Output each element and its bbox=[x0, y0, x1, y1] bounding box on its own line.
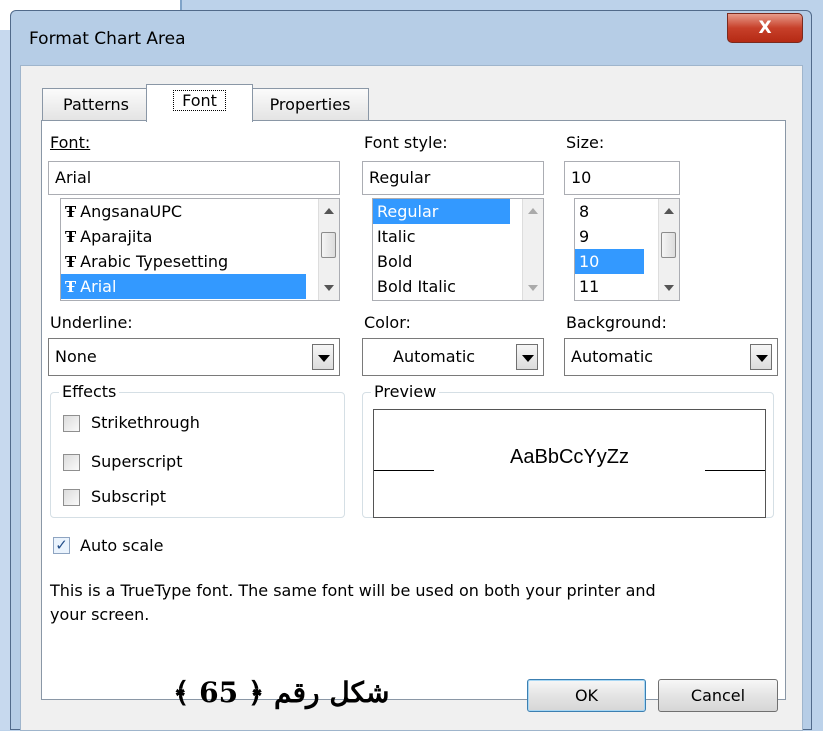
chevron-down-icon[interactable] bbox=[516, 344, 538, 370]
tab-patterns[interactable]: Patterns bbox=[42, 88, 150, 121]
list-item-selected[interactable]: Regular bbox=[373, 199, 510, 224]
cancel-button[interactable]: Cancel bbox=[658, 679, 778, 712]
list-item[interactable]: Bold bbox=[373, 249, 543, 274]
font-style-list-scrollbar[interactable] bbox=[522, 199, 543, 300]
truetype-info-line2: your screen. bbox=[50, 605, 150, 624]
superscript-checkbox[interactable] bbox=[63, 454, 80, 471]
font-input[interactable]: Arial bbox=[48, 161, 340, 195]
list-item-selected[interactable]: Ŧ Arial bbox=[61, 274, 306, 299]
subscript-label[interactable]: Subscript bbox=[91, 487, 166, 506]
size-list[interactable]: 8 9 10 11 bbox=[574, 198, 680, 301]
background-window-edge bbox=[0, 30, 10, 730]
list-item-selected[interactable]: 10 bbox=[575, 249, 644, 274]
preview-baseline-left bbox=[374, 470, 434, 471]
scroll-up-icon[interactable] bbox=[528, 208, 538, 214]
figure-caption: شكل رقم ﴿ 65 ﴾ bbox=[173, 676, 390, 709]
color-label: Color: bbox=[364, 313, 411, 332]
tab-font-label: Font bbox=[173, 90, 226, 111]
background-label: Background: bbox=[566, 313, 667, 332]
color-select[interactable]: Automatic bbox=[362, 338, 544, 376]
dialog-title: Format Chart Area bbox=[29, 29, 186, 49]
strikethrough-label[interactable]: Strikethrough bbox=[91, 413, 200, 432]
truetype-icon: Ŧ bbox=[65, 278, 77, 296]
chevron-down-icon[interactable] bbox=[312, 344, 334, 370]
truetype-icon: Ŧ bbox=[65, 228, 77, 246]
scroll-up-icon[interactable] bbox=[324, 208, 334, 214]
scroll-down-icon[interactable] bbox=[528, 285, 538, 291]
list-item[interactable]: Ŧ Arabic Typesetting bbox=[61, 249, 339, 274]
font-list[interactable]: Ŧ AngsanaUPC Ŧ Aparajita Ŧ Arabic Typesetti… bbox=[60, 198, 340, 301]
size-label: Size: bbox=[566, 133, 605, 152]
list-item[interactable]: Ŧ AngsanaUPC bbox=[61, 199, 339, 224]
size-input[interactable]: 10 bbox=[564, 161, 680, 195]
subscript-checkbox[interactable] bbox=[63, 489, 80, 506]
scroll-up-icon[interactable] bbox=[664, 208, 674, 214]
underline-value: None bbox=[55, 347, 97, 366]
font-style-list[interactable]: Regular Italic Bold Bold Italic bbox=[372, 198, 544, 301]
auto-scale-checkbox[interactable]: ✓ bbox=[53, 537, 70, 554]
list-item[interactable]: Bold Italic bbox=[373, 274, 543, 299]
scroll-down-icon[interactable] bbox=[664, 285, 674, 291]
effects-title: Effects bbox=[59, 382, 120, 401]
preview-baseline-right bbox=[705, 470, 765, 471]
color-value: Automatic bbox=[393, 347, 476, 366]
scroll-thumb[interactable] bbox=[661, 232, 676, 258]
preview-sample: AaBbCcYyZz bbox=[510, 446, 629, 468]
chevron-down-icon[interactable] bbox=[750, 344, 772, 370]
scroll-down-icon[interactable] bbox=[324, 285, 334, 291]
font-label: Font: bbox=[50, 133, 91, 152]
font-style-input[interactable]: Regular bbox=[362, 161, 544, 195]
strikethrough-checkbox[interactable] bbox=[63, 415, 80, 432]
preview-box: AaBbCcYyZz bbox=[373, 409, 766, 518]
list-item[interactable]: Ŧ Aparajita bbox=[61, 224, 339, 249]
preview-title: Preview bbox=[371, 382, 440, 401]
close-button[interactable]: X bbox=[727, 13, 803, 43]
background-select[interactable]: Automatic bbox=[564, 338, 778, 376]
scroll-thumb[interactable] bbox=[321, 232, 336, 258]
underline-select[interactable]: None bbox=[48, 338, 340, 376]
truetype-icon: Ŧ bbox=[65, 253, 77, 271]
tab-font[interactable]: Font bbox=[146, 84, 253, 122]
truetype-info-line1: This is a TrueType font. The same font w… bbox=[50, 581, 656, 600]
tab-properties[interactable]: Properties bbox=[251, 88, 369, 121]
list-item[interactable]: Italic bbox=[373, 224, 543, 249]
check-icon: ✓ bbox=[55, 536, 68, 554]
font-list-scrollbar[interactable] bbox=[318, 199, 339, 300]
superscript-label[interactable]: Superscript bbox=[91, 452, 182, 471]
font-style-label: Font style: bbox=[364, 133, 448, 152]
size-list-scrollbar[interactable] bbox=[658, 199, 679, 300]
auto-scale-label[interactable]: Auto scale bbox=[80, 536, 163, 555]
title-bar[interactable]: Format Chart Area X bbox=[11, 11, 811, 65]
truetype-icon: Ŧ bbox=[65, 203, 77, 221]
underline-label: Underline: bbox=[50, 313, 133, 332]
background-value: Automatic bbox=[571, 347, 654, 366]
ok-button[interactable]: OK bbox=[527, 679, 646, 712]
